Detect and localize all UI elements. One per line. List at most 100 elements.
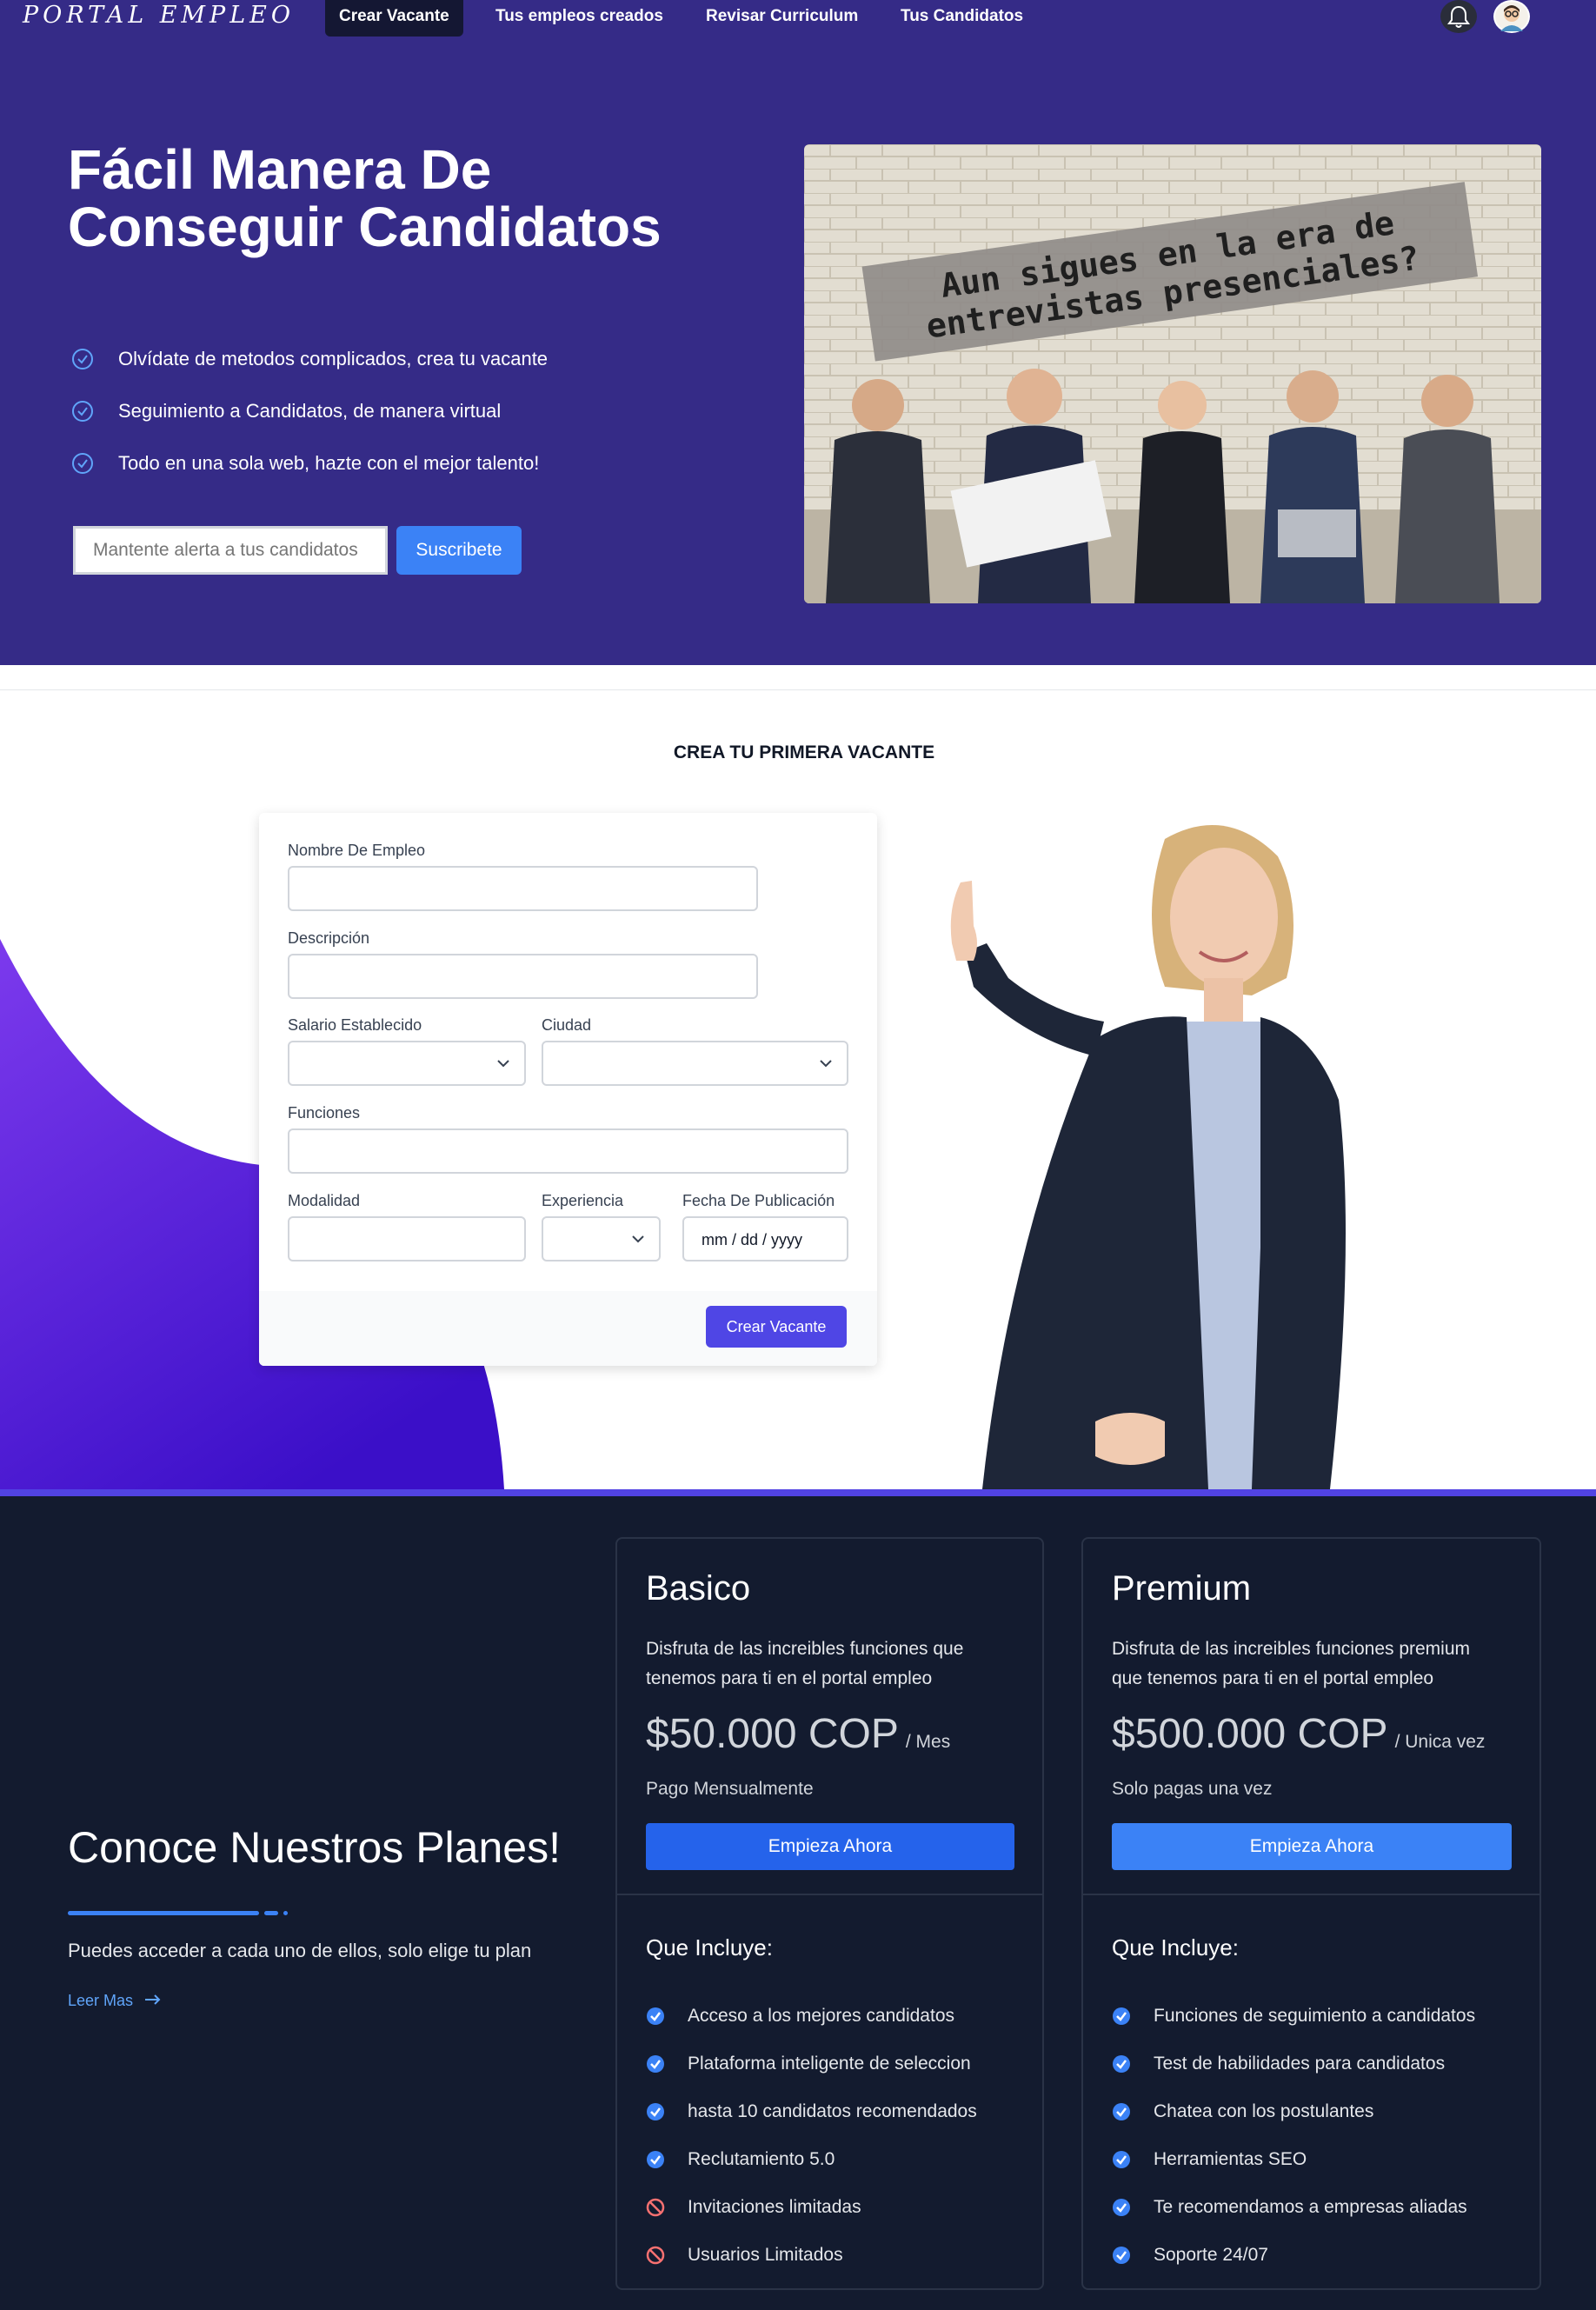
experience-select[interactable] [542,1216,661,1262]
feature-item: Usuarios Limitados [646,2245,843,2266]
nav-crear-vacante[interactable]: Crear Vacante [325,0,463,37]
subscribe-button[interactable]: Suscribete [396,526,522,575]
feature-item: Reclutamiento 5.0 [646,2149,835,2170]
subscribe-email-input[interactable] [73,526,388,575]
avatar-icon [1500,5,1523,31]
feature-item: Test de habilidades para candidatos [1112,2054,1445,2074]
feature-text: Soporte 24/07 [1154,2245,1268,2265]
hero-bullet-text: Todo en una sola web, hazte con el mejor… [118,452,540,474]
chevron-down-icon [820,1060,832,1068]
plan-price: $500.000 COP [1112,1711,1388,1757]
includes-title: Que Incluye: [646,1934,773,1961]
plan-name: Premium [1112,1569,1252,1608]
hero-section: Fácil Manera De Conseguir Candidatos Olv… [0,37,1596,665]
check-circle-icon [647,2151,664,2168]
feature-text: Test de habilidades para candidatos [1154,2054,1446,2074]
feature-item: Funciones de seguimiento a candidatos [1112,2006,1475,2027]
top-navbar: PORTAL EMPLEO Crear Vacante Tus empleos … [0,0,1596,37]
user-avatar[interactable] [1493,0,1530,33]
arrow-right-icon [145,1994,161,2005]
interview-photo-illustration: Aun sigues en la era de entrevistas pres… [804,144,1541,603]
ban-icon [646,2198,665,2217]
label-salary: Salario Establecido [288,1016,422,1034]
notifications-button[interactable] [1440,0,1477,33]
check-circle-icon [1113,2055,1130,2073]
plan-payment-note: Solo pagas una vez [1112,1779,1273,1799]
salary-select[interactable] [288,1041,526,1086]
hero-bullet-text: Seguimiento a Candidatos, de manera virt… [118,400,502,422]
feature-item: Soporte 24/07 [1112,2245,1268,2266]
title-underline-dash [264,1911,278,1915]
feature-text: Acceso a los mejores candidatos [688,2006,954,2026]
feature-item: Chatea con los postulantes [1112,2101,1373,2122]
businesswoman-illustration [950,825,1346,1489]
nav-revisar-curriculum[interactable]: Revisar Curriculum [692,0,872,37]
publish-date-input[interactable]: mm / dd / yyyy [682,1216,848,1262]
plan-payment-note: Pago Mensualmente [646,1779,814,1799]
check-circle-icon [1113,2151,1130,2168]
hero-bullet: Seguimiento a Candidatos, de manera virt… [71,400,501,423]
check-circle-icon [72,453,93,474]
plan-card-basic: Basico Disfruta de las increibles funcio… [615,1537,1044,2290]
feature-item: Invitaciones limitadas [646,2197,861,2218]
hero-bullet: Todo en una sola web, hazte con el mejor… [71,452,539,475]
feature-text: Te recomendamos a empresas aliadas [1154,2197,1467,2217]
section-divider [0,689,1596,690]
feature-text: Reclutamiento 5.0 [688,2149,835,2169]
label-city: Ciudad [542,1016,592,1034]
title-underline-dot [283,1911,288,1915]
feature-text: Plataforma inteligente de seleccion [688,2054,971,2074]
functions-input[interactable] [288,1128,848,1174]
feature-text: Herramientas SEO [1154,2149,1307,2169]
read-more-link[interactable]: Leer Mas [68,1992,162,2010]
modality-input[interactable] [288,1216,526,1262]
plans-section: Conoce Nuestros Planes! Puedes acceder a… [0,1489,1596,2310]
check-circle-icon [72,349,93,369]
businesswoman-image [878,813,1365,1494]
feature-item: Plataforma inteligente de seleccion [646,2054,971,2074]
plan-card-premium: Premium Disfruta de las increibles funci… [1081,1537,1541,2290]
title-underline [68,1911,259,1915]
check-circle-icon [72,401,93,422]
ban-icon [646,2246,665,2265]
check-circle-icon [1113,2103,1130,2120]
label-description: Descripción [288,929,370,947]
plans-title: Conoce Nuestros Planes! [68,1823,561,1872]
check-circle-icon [1113,2007,1130,2025]
start-basic-button[interactable]: Empieza Ahora [646,1823,1014,1870]
chevron-down-icon [632,1235,644,1243]
card-separator [1083,1894,1539,1895]
city-select[interactable] [542,1041,848,1086]
hero-bullet-text: Olvídate de metodos complicados, crea tu… [118,348,549,369]
label-job-name: Nombre De Empleo [288,842,426,859]
feature-text: Chatea con los postulantes [1154,2101,1374,2121]
label-modality: Modalidad [288,1192,361,1209]
label-publish-date: Fecha De Publicación [682,1192,835,1209]
start-premium-button[interactable]: Empieza Ahora [1112,1823,1512,1870]
check-circle-icon [1113,2247,1130,2264]
card-separator [617,1894,1042,1895]
nav-tus-candidatos[interactable]: Tus Candidatos [887,0,1037,37]
brand-logo[interactable]: PORTAL EMPLEO [23,2,295,29]
feature-item: Te recomendamos a empresas aliadas [1112,2197,1467,2218]
feature-text: Funciones de seguimiento a candidatos [1154,2006,1476,2026]
plan-description: Disfruta de las increibles funciones que… [646,1639,964,1688]
plan-period: / Mes [905,1732,951,1752]
hero-title: Fácil Manera De Conseguir Candidatos [68,138,662,258]
feature-item: hasta 10 candidatos recomendados [646,2101,977,2122]
job-name-input[interactable] [288,866,758,911]
feature-text: Invitaciones limitadas [688,2197,861,2217]
hero-bullet: Olvídate de metodos complicados, crea tu… [71,348,548,370]
nav-tus-empleos[interactable]: Tus empleos creados [482,0,677,37]
feature-item: Herramientas SEO [1112,2149,1307,2170]
plan-description: Disfruta de las increibles funciones pre… [1112,1639,1471,1688]
includes-title: Que Incluye: [1112,1934,1239,1961]
plan-price-row: $500.000 COP / Unica vez [1112,1710,1485,1758]
create-vacancy-button[interactable]: Crear Vacante [706,1306,847,1348]
plan-price: $50.000 COP [646,1711,899,1757]
hero-interview-image: Aun sigues en la era de entrevistas pres… [804,144,1541,603]
description-input[interactable] [288,954,758,999]
check-circle-icon [647,2103,664,2120]
create-vacancy-title: CREA TU PRIMERA VACANTE [673,742,935,762]
feature-item: Acceso a los mejores candidatos [646,2006,954,2027]
